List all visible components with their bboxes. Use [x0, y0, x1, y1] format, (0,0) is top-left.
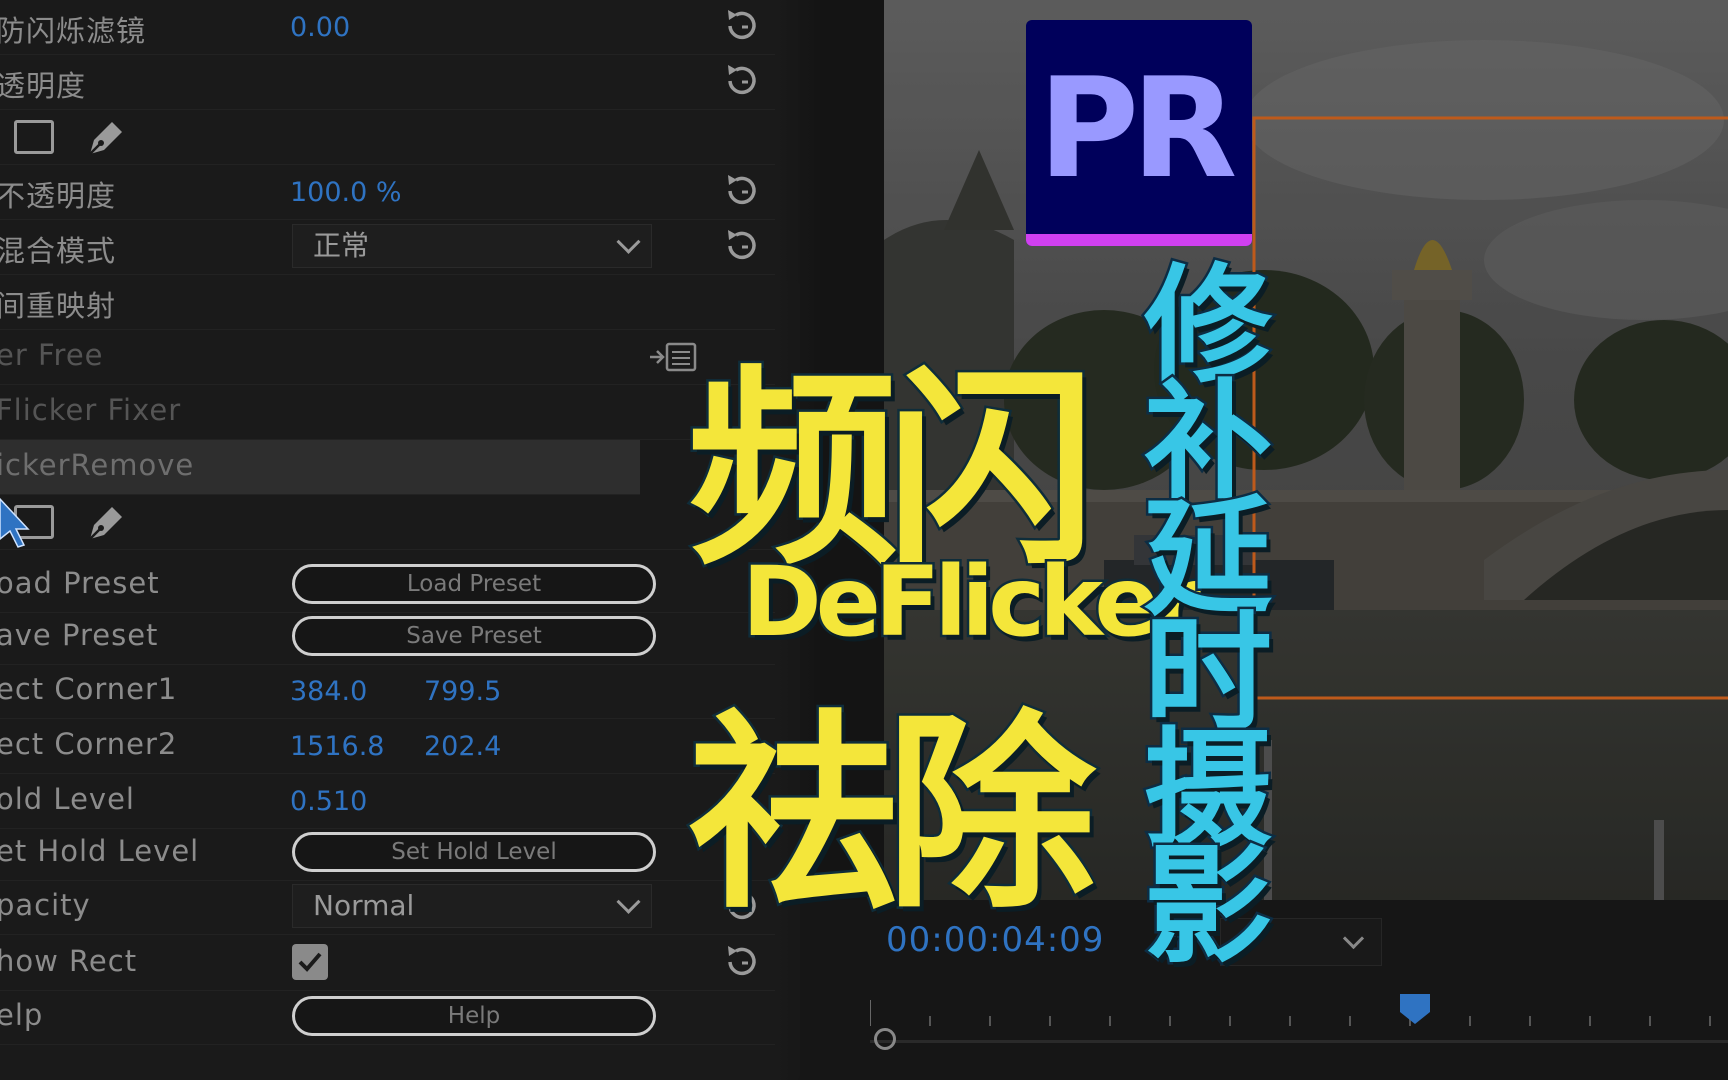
antiflicker-label: 防闪烁滤镜 [0, 14, 147, 48]
set-hold-level-button[interactable]: Set Hold Level [292, 832, 656, 872]
hold-level-label: old Level [0, 782, 135, 816]
opacity-row: 不透明度 100.0 % [0, 165, 780, 220]
checkmark-icon [298, 952, 322, 972]
rect-corner1-x[interactable]: 384.0 [290, 676, 367, 707]
show-rect-row: how Rect [0, 936, 780, 991]
opacity-section-label: 透明度 [0, 69, 87, 103]
antiflicker-row: 防闪烁滤镜 0.00 [0, 0, 780, 55]
rect-corner1-row: ect Corner1 384.0 799.5 [0, 664, 780, 719]
mask-tools-row [0, 110, 780, 165]
effect-flicker-remove-row[interactable]: ickerRemove [0, 440, 640, 495]
logo-text: PR [1038, 48, 1237, 209]
zoom-handle-icon[interactable] [874, 1028, 896, 1050]
chevron-down-icon [1342, 927, 1365, 950]
effect-flicker-free-label: er Free [0, 338, 104, 372]
pen-tool-icon[interactable] [84, 501, 128, 545]
set-hold-level-row: et Hold Level Set Hold Level [0, 826, 780, 881]
effect-opacity-dropdown[interactable]: Normal [292, 884, 652, 928]
title-line-3: 祛除 [685, 688, 1098, 940]
help-button[interactable]: Help [292, 996, 656, 1036]
rect-corner2-label: ect Corner2 [0, 727, 178, 761]
effect-controls-panel: 防闪烁滤镜 0.00 透明度 不透明度 100.0 % 混合模式 正常 间重映射… [0, 0, 800, 1080]
reset-icon[interactable] [722, 171, 762, 211]
blend-mode-dropdown[interactable]: 正常 [292, 224, 652, 268]
effect-flicker-fixer-row[interactable]: Flicker Fixer [0, 385, 780, 440]
logo-accent-bar [1026, 234, 1252, 246]
effect-opacity-label: pacity [0, 888, 91, 922]
time-ruler[interactable] [870, 1000, 1728, 1030]
rect-corner2-row: ect Corner2 1516.8 202.4 [0, 719, 780, 774]
effect-opacity-row: pacity Normal [0, 880, 780, 935]
save-preset-row: ave Preset Save Preset [0, 610, 780, 665]
effect-flicker-remove-label: ickerRemove [0, 448, 195, 482]
reset-icon[interactable] [722, 61, 762, 101]
pen-tool-icon[interactable] [84, 116, 128, 160]
timeline-zoom-track[interactable] [870, 1040, 1728, 1043]
opacity-value[interactable]: 100.0 % [290, 177, 402, 208]
opacity-section-row[interactable]: 透明度 [0, 55, 780, 110]
reset-icon[interactable] [722, 6, 762, 46]
help-row: elp Help [0, 990, 780, 1045]
rect-corner2-x[interactable]: 1516.8 [290, 731, 384, 762]
title-line-2: DeFlicker [740, 544, 1204, 661]
help-label: elp [0, 998, 44, 1032]
reset-icon[interactable] [722, 942, 762, 982]
load-preset-row: oad Preset Load Preset [0, 558, 780, 613]
effect-flicker-free-row[interactable]: er Free [0, 330, 780, 385]
effect-mask-tools-row [0, 495, 780, 550]
time-remap-label: 间重映射 [0, 289, 117, 323]
playhead-marker-icon[interactable] [1398, 992, 1432, 1026]
show-rect-label: how Rect [0, 944, 138, 978]
chevron-down-icon [616, 229, 641, 254]
effect-opacity-value: Normal [313, 889, 415, 922]
blend-mode-row: 混合模式 正常 [0, 220, 780, 275]
mouse-cursor-icon [0, 497, 30, 548]
rect-corner1-y[interactable]: 799.5 [424, 676, 501, 707]
reset-icon[interactable] [722, 226, 762, 266]
save-preset-label: ave Preset [0, 618, 159, 652]
load-preset-button[interactable]: Load Preset [292, 564, 656, 604]
hold-level-value[interactable]: 0.510 [290, 786, 367, 817]
hold-level-row: old Level 0.510 [0, 774, 780, 829]
rect-corner2-y[interactable]: 202.4 [424, 731, 501, 762]
opacity-label: 不透明度 [0, 179, 117, 213]
effect-flicker-fixer-label: Flicker Fixer [0, 393, 182, 427]
chevron-down-icon [616, 889, 641, 914]
set-hold-level-label: et Hold Level [0, 834, 200, 868]
rectangle-mask-icon[interactable] [14, 120, 54, 154]
premiere-pro-logo: PR [1026, 20, 1252, 246]
blend-mode-label: 混合模式 [0, 234, 117, 268]
rect-corner1-label: ect Corner1 [0, 672, 178, 706]
time-remap-row[interactable]: 间重映射 [0, 275, 780, 330]
load-preset-label: oad Preset [0, 566, 160, 600]
save-preset-button[interactable]: Save Preset [292, 616, 656, 656]
show-rect-checkbox[interactable] [292, 944, 328, 980]
antiflicker-value[interactable]: 0.00 [290, 12, 350, 43]
blend-mode-value: 正常 [313, 229, 370, 262]
vertical-title: 修 补 延 时 摄 影 [1138, 260, 1278, 981]
vertical-title-char: 影 [1141, 831, 1274, 981]
